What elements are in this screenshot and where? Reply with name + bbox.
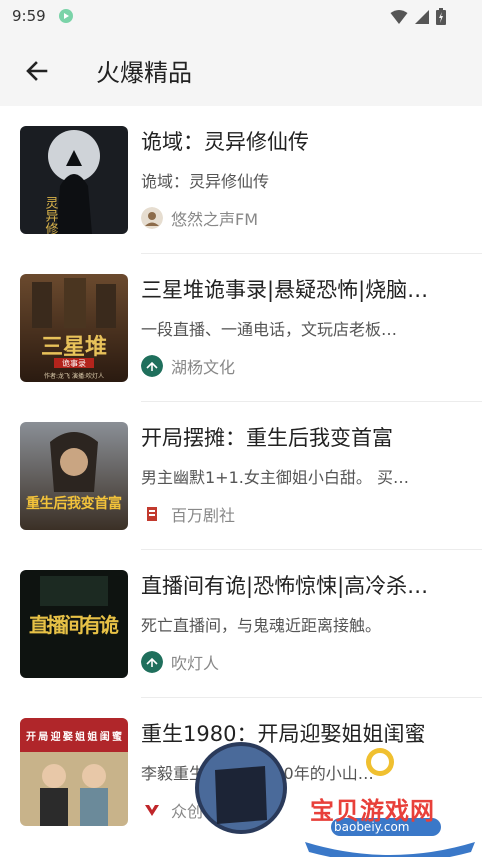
cover-image: 开局迎娶姐姐闺蜜 xyxy=(20,718,128,826)
watermark-url: baobeiy.com xyxy=(334,820,410,834)
app-notification-icon xyxy=(59,9,73,23)
list-item[interactable]: 直播间有诡 直播间有诡|恐怖惊悚|高冷杀… 死亡直播间，与鬼魂近距离接触。 吹灯… xyxy=(0,550,482,698)
cover-image: 重生后我变首富 xyxy=(20,422,128,530)
item-title: 开局摆摊：重生后我变首富 xyxy=(141,426,393,450)
publisher-avatar-icon xyxy=(141,503,163,525)
cover-title-text: 重生后我变首富 xyxy=(26,495,122,512)
publisher: 吹灯人 xyxy=(141,650,219,674)
list-item[interactable]: 三星堆 诡事录 作者:龙飞 演播:吹灯人 三星堆诡事录|悬疑恐怖|烧脑… 一段直… xyxy=(0,254,482,402)
item-description: 死亡直播间，与鬼魂近距离接触。 xyxy=(141,616,382,635)
publisher: 湖杨文化 xyxy=(141,354,235,378)
status-icons xyxy=(390,8,446,25)
publisher-avatar-icon xyxy=(141,355,163,377)
publisher-name: 吹灯人 xyxy=(171,654,220,673)
cover-image: 灵异修仙传 xyxy=(20,126,128,234)
publisher: 悠然之声FM xyxy=(141,206,258,230)
list-item[interactable]: 灵异修仙传 诡域：灵异修仙传 诡域：灵异修仙传 悠然之声FM xyxy=(0,106,482,254)
publisher-name: 百万剧社 xyxy=(171,506,236,525)
publisher: 百万剧社 xyxy=(141,502,235,526)
cover-title-text: 三星堆 xyxy=(41,334,107,360)
wifi-icon xyxy=(390,9,408,24)
cover-title-text: 灵异修仙传 xyxy=(43,196,59,234)
publisher: 众创 xyxy=(141,798,203,822)
item-title: 三星堆诡事录|悬疑恐怖|烧脑… xyxy=(141,278,429,302)
back-arrow-icon[interactable] xyxy=(22,56,52,86)
publisher-name: 悠然之声FM xyxy=(171,210,259,229)
cover-subtitle-text: 诡事录 xyxy=(62,358,86,368)
status-time: 9:59 xyxy=(12,7,46,25)
app-bar: 火爆精品 xyxy=(0,34,482,106)
item-description: 男主幽默1+1.女主御姐小白甜。 买… xyxy=(141,468,409,487)
cover-credit-text: 作者:龙飞 演播:吹灯人 xyxy=(44,372,104,380)
item-title: 诡域：灵异修仙传 xyxy=(141,130,309,154)
item-title: 直播间有诡|恐怖惊悚|高冷杀… xyxy=(141,574,429,598)
battery-icon xyxy=(436,8,446,25)
cover-image: 直播间有诡 xyxy=(20,570,128,678)
cover-title-text: 直播间有诡 xyxy=(29,613,119,637)
signal-icon xyxy=(415,9,429,24)
status-bar: 9:59 xyxy=(0,0,482,34)
publisher-avatar-icon xyxy=(141,799,163,821)
item-description: 一段直播、一通电话，文玩店老板… xyxy=(141,320,398,339)
list-item[interactable]: 重生后我变首富 开局摆摊：重生后我变首富 男主幽默1+1.女主御姐小白甜。 买…… xyxy=(0,402,482,550)
audiobook-list: 灵异修仙传 诡域：灵异修仙传 诡域：灵异修仙传 悠然之声FM 三星堆 诡事录 作… xyxy=(0,106,482,846)
publisher-avatar-icon xyxy=(141,207,163,229)
publisher-avatar-icon xyxy=(141,651,163,673)
item-description: 诡域：灵异修仙传 xyxy=(141,172,270,191)
cover-image: 三星堆 诡事录 作者:龙飞 演播:吹灯人 xyxy=(20,274,128,382)
publisher-name: 湖杨文化 xyxy=(171,358,236,377)
page-title: 火爆精品 xyxy=(96,59,192,87)
